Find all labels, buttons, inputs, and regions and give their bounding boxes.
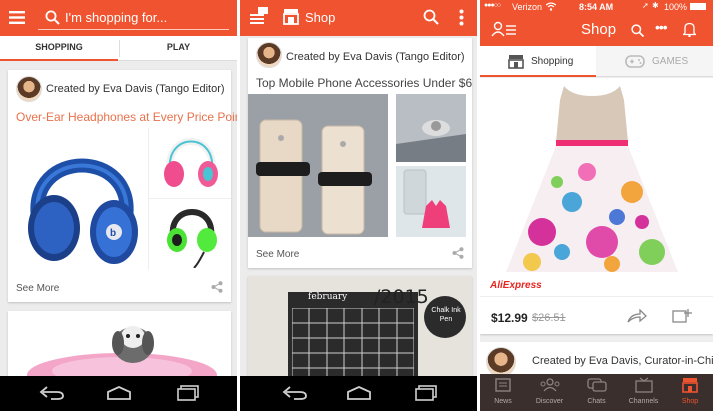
overflow-menu-icon[interactable] [459,9,464,26]
android-nav-bar [0,376,237,411]
ios-header: ●●●○○ Verizon 8:54 AM ➚ ✱ 100% Shop ••• [480,0,713,46]
header-title: Shop [581,21,617,38]
tab-bar: Shopping GAMES [480,46,713,77]
tab-discover[interactable]: Discover [526,374,573,411]
card-title[interactable]: Top Mobile Phone Accessories Under $6 [256,76,472,90]
recents-icon[interactable] [414,385,438,401]
green-headphones-image[interactable] [164,202,220,268]
tab-shopping[interactable]: Shopping [480,46,596,77]
add-friend-menu-icon[interactable] [491,21,517,38]
shopping-screen-panel: I'm shopping for... SHOPPING PLAY Create… [0,0,237,411]
share-icon[interactable] [627,309,647,323]
signal-icon: ●●●○○ [484,2,501,9]
wifi-icon [546,2,556,11]
people-icon [540,378,560,392]
back-icon[interactable] [282,386,308,400]
tab-news-label: News [494,398,512,405]
top-app-bar: Shop [240,0,477,36]
tab-channels-label: Channels [628,398,659,405]
see-more-link[interactable]: See More [256,249,299,260]
calendar-month-label: february [308,292,348,302]
see-more-link[interactable]: See More [16,283,59,294]
phone-car-mount-image[interactable] [248,94,388,237]
time-label: 8:54 AM [579,2,614,12]
product-card[interactable]: AliExpress $12.99 $26.51 [480,78,713,334]
chalk-pen-label: Chalk Ink Pen [431,307,461,323]
product-price: $12.99 [491,311,528,325]
calendar-grid [292,308,414,382]
magnetic-mount-image[interactable] [396,94,466,162]
tab-shopping[interactable]: SHOPPING [0,36,118,61]
shop-screen-ios-panel: ●●●○○ Verizon 8:54 AM ➚ ✱ 100% Shop ••• … [480,0,713,411]
search-input[interactable]: I'm shopping for... [65,10,167,25]
price-divider [480,296,713,297]
bluetooth-icon: ✱ [652,1,659,10]
card-author: Created by Eva Davis, Curator-in-Chief [532,355,713,367]
tab-news[interactable]: News [480,374,526,411]
shop-icon [682,378,698,393]
card-author: Created by Eva Davis (Tango Editor) [286,51,465,63]
store-icon [508,55,524,69]
android-nav-bar [240,376,477,411]
tab-chats-label: Chats [587,398,606,405]
shop-icon [283,9,299,25]
shop-screen-android-panel: Shop Created by Eva Davis (Tango Editor)… [240,0,477,411]
tab-discover-label: Discover [535,398,564,405]
battery-percent: 100% [664,2,688,12]
avatar [16,76,42,102]
phone-accessories-card[interactable]: Created by Eva Davis (Tango Editor) Top … [248,38,472,268]
ios-tab-bar: News Discover Chats Channels Shop [480,374,713,411]
card-title[interactable]: Over-Ear Headphones at Every Price Point [16,110,237,124]
back-icon[interactable] [39,386,65,400]
tab-play[interactable]: PLAY [120,36,237,59]
floral-dress-image[interactable] [502,82,682,278]
search-icon[interactable] [423,9,439,25]
tab-chats[interactable]: Chats [573,374,620,411]
bell-icon[interactable] [683,22,696,37]
grid-divider-horizontal [148,198,231,199]
header-title: Shop [305,10,336,25]
news-icon [495,378,511,392]
calendar-card[interactable]: february /2015 Chalk Ink Pen [248,276,472,386]
search-icon [45,10,60,25]
search-underline [38,29,229,30]
menu-icon[interactable] [9,10,25,25]
location-icon: ➚ [642,1,649,10]
cat-phone-stand-image[interactable] [396,166,466,237]
tab-shop-label: Shop [681,398,699,405]
share-icon[interactable] [211,281,223,293]
card-author: Created by Eva Davis (Tango Editor) [46,83,225,95]
save-icon[interactable] [672,308,692,324]
pink-headphones-image[interactable] [160,128,222,194]
recents-icon[interactable] [176,385,200,401]
home-icon[interactable] [106,385,132,401]
search-icon[interactable] [631,24,644,37]
menu-notification-icon[interactable] [250,6,268,26]
tab-channels[interactable]: Channels [620,374,667,411]
tab-shop[interactable]: Shop [667,374,713,411]
headphones-card[interactable]: Created by Eva Davis (Tango Editor) Over… [8,70,237,302]
tab-bar: SHOPPING PLAY [0,36,237,61]
dog-bed-image [27,326,217,381]
home-icon[interactable] [346,385,372,401]
share-icon[interactable] [452,247,464,259]
grid-divider-vertical [148,128,149,270]
calendar-year-label: /2015 [374,286,429,308]
tv-icon [635,377,653,393]
tab-games[interactable]: GAMES [596,46,713,77]
avatar [486,347,516,377]
blue-headphones-image[interactable]: b [18,128,146,270]
chats-icon [587,378,607,392]
carrier-label: Verizon [512,2,543,12]
gamepad-icon [625,55,645,68]
tab-shopping-label: Shopping [531,56,574,67]
aliexpress-logo: AliExpress [490,280,542,291]
battery-icon [690,3,706,10]
avatar [256,42,282,68]
top-app-bar: I'm shopping for... [0,0,237,36]
more-icon[interactable]: ••• [655,19,668,35]
product-old-price: $26.51 [532,312,566,324]
svg-text:b: b [110,228,116,239]
tab-games-label: GAMES [652,56,689,67]
